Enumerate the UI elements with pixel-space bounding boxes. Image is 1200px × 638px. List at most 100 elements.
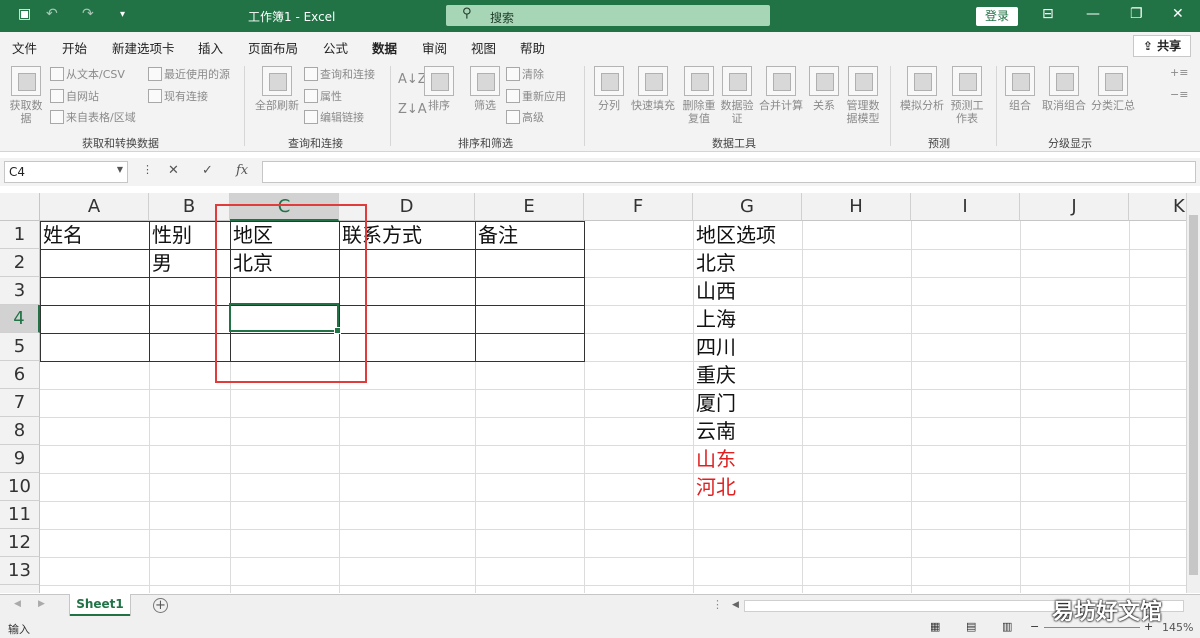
tab-view[interactable]: 视图 <box>471 38 496 57</box>
normal-view-icon[interactable]: ▦ <box>930 620 940 633</box>
save-icon[interactable]: ▣ <box>18 6 31 22</box>
relationships-button[interactable]: 关系 <box>808 66 840 112</box>
tab-review[interactable]: 审阅 <box>422 38 447 57</box>
column-header-g[interactable]: G <box>693 193 802 221</box>
redo-icon[interactable]: ↷ <box>82 6 94 22</box>
sort-za-icon[interactable]: Z↓A <box>398 102 427 117</box>
row-header-4[interactable]: 4 <box>0 305 40 333</box>
sheet-tab-sheet1[interactable]: Sheet1 <box>70 594 130 616</box>
search-box[interactable]: ⚲ 搜索 <box>446 5 770 26</box>
cell-b2[interactable]: 男 <box>149 249 172 277</box>
scroll-thumb[interactable] <box>1189 215 1198 575</box>
get-data-button[interactable]: 获取数据 <box>6 66 46 125</box>
column-header-k[interactable]: K <box>1129 193 1186 221</box>
select-all-corner[interactable] <box>0 193 40 221</box>
sort-az-icon[interactable]: A↓Z <box>398 72 427 87</box>
ribbon-display-icon[interactable]: ⊟ <box>1042 6 1054 22</box>
tab-new[interactable]: 新建选项卡 <box>112 38 175 57</box>
cell-g7[interactable]: 厦门 <box>693 389 736 417</box>
row-header-9[interactable]: 9 <box>0 445 40 473</box>
column-header-i[interactable]: I <box>911 193 1020 221</box>
row-header-7[interactable]: 7 <box>0 389 40 417</box>
row-header-14[interactable] <box>0 585 40 593</box>
data-model-button[interactable]: 管理数据模型 <box>844 66 882 125</box>
from-table-button[interactable]: 来自表格/区域 <box>50 109 136 125</box>
column-header-j[interactable]: J <box>1020 193 1129 221</box>
tab-formulas[interactable]: 公式 <box>323 38 348 57</box>
text-to-columns-button[interactable]: 分列 <box>592 66 626 112</box>
clear-filter-button[interactable]: 清除 <box>506 66 544 82</box>
row-header-1[interactable]: 1 <box>0 221 40 249</box>
column-header-h[interactable]: H <box>802 193 911 221</box>
row-header-10[interactable]: 10 <box>0 473 40 501</box>
what-if-button[interactable]: 模拟分析 <box>898 66 946 112</box>
add-sheet-icon[interactable]: + <box>153 598 168 613</box>
row-header-8[interactable]: 8 <box>0 417 40 445</box>
ungroup-button[interactable]: 取消组合 <box>1040 66 1088 112</box>
from-web-button[interactable]: 自网站 <box>50 88 99 104</box>
scroll-left-icon[interactable]: ◀ <box>732 600 739 610</box>
reapply-button[interactable]: 重新应用 <box>506 88 566 104</box>
flash-fill-button[interactable]: 快速填充 <box>628 66 678 112</box>
cell-g1[interactable]: 地区选项 <box>693 221 776 249</box>
name-box[interactable]: C4 ▼ <box>4 161 128 183</box>
cell-g9[interactable]: 山东 <box>693 445 736 473</box>
cell-g10[interactable]: 河北 <box>693 473 736 501</box>
tab-file[interactable]: 文件 <box>12 38 37 57</box>
prev-sheet-icon[interactable]: ◀ <box>14 599 21 609</box>
share-button[interactable]: ⇪ 共享 <box>1133 35 1191 57</box>
cell-g4[interactable]: 上海 <box>693 305 736 333</box>
refresh-all-button[interactable]: 全部刷新 <box>252 66 302 112</box>
cell-e1[interactable]: 备注 <box>475 221 518 249</box>
row-header-11[interactable]: 11 <box>0 501 40 529</box>
tab-insert[interactable]: 插入 <box>198 38 223 57</box>
row-header-5[interactable]: 5 <box>0 333 40 361</box>
show-detail-icon[interactable]: +≡ <box>1170 66 1188 79</box>
close-icon[interactable]: ✕ <box>1172 6 1184 22</box>
row-header-12[interactable]: 12 <box>0 529 40 557</box>
row-header-2[interactable]: 2 <box>0 249 40 277</box>
cell-g3[interactable]: 山西 <box>693 277 736 305</box>
tab-home[interactable]: 开始 <box>62 38 87 57</box>
worksheet-grid[interactable]: A B C D E F G H I J K 1 2 3 4 5 6 7 8 9 … <box>0 193 1186 593</box>
next-sheet-icon[interactable]: ▶ <box>38 599 45 609</box>
subtotal-button[interactable]: 分类汇总 <box>1090 66 1136 112</box>
cancel-icon[interactable]: ✕ <box>168 163 179 178</box>
cell-g6[interactable]: 重庆 <box>693 361 736 389</box>
zoom-level[interactable]: 145% <box>1162 621 1193 634</box>
remove-duplicates-button[interactable]: 删除重复值 <box>680 66 718 125</box>
column-header-f[interactable]: F <box>584 193 693 221</box>
forecast-sheet-button[interactable]: 预测工作表 <box>948 66 986 125</box>
hide-detail-icon[interactable]: −≡ <box>1170 88 1188 101</box>
zoom-slider[interactable] <box>1044 627 1140 628</box>
login-button[interactable]: 登录 <box>976 7 1018 26</box>
column-header-e[interactable]: E <box>475 193 584 221</box>
queries-connections-button[interactable]: 查询和连接 <box>304 66 375 82</box>
customize-toolbar-icon[interactable]: ▾ <box>120 9 125 20</box>
from-text-button[interactable]: 从文本/CSV <box>50 66 125 82</box>
consolidate-button[interactable]: 合并计算 <box>758 66 804 112</box>
zoom-out-icon[interactable]: − <box>1030 620 1039 633</box>
vertical-scrollbar[interactable] <box>1186 193 1200 593</box>
minimize-icon[interactable]: — <box>1086 6 1100 22</box>
row-header-13[interactable]: 13 <box>0 557 40 585</box>
row-header-3[interactable]: 3 <box>0 277 40 305</box>
sort-button[interactable]: 排序 <box>424 66 454 112</box>
tab-help[interactable]: 帮助 <box>520 38 545 57</box>
filter-button[interactable]: 筛选 <box>470 66 500 112</box>
cell-b1[interactable]: 性别 <box>149 221 192 249</box>
cell-g5[interactable]: 四川 <box>693 333 736 361</box>
tab-page-layout[interactable]: 页面布局 <box>248 38 298 57</box>
page-break-icon[interactable]: ▥ <box>1002 620 1012 633</box>
column-header-a[interactable]: A <box>40 193 149 221</box>
cell-g2[interactable]: 北京 <box>693 249 736 277</box>
cell-g8[interactable]: 云南 <box>693 417 736 445</box>
undo-icon[interactable]: ↶ <box>46 6 58 22</box>
group-button[interactable]: 组合 <box>1004 66 1036 112</box>
cell-a1[interactable]: 姓名 <box>40 221 83 249</box>
edit-links-button[interactable]: 编辑链接 <box>304 109 364 125</box>
page-layout-icon[interactable]: ▤ <box>966 620 976 633</box>
enter-icon[interactable]: ✓ <box>202 163 213 178</box>
properties-button[interactable]: 属性 <box>304 88 342 104</box>
formula-input[interactable] <box>262 161 1196 183</box>
